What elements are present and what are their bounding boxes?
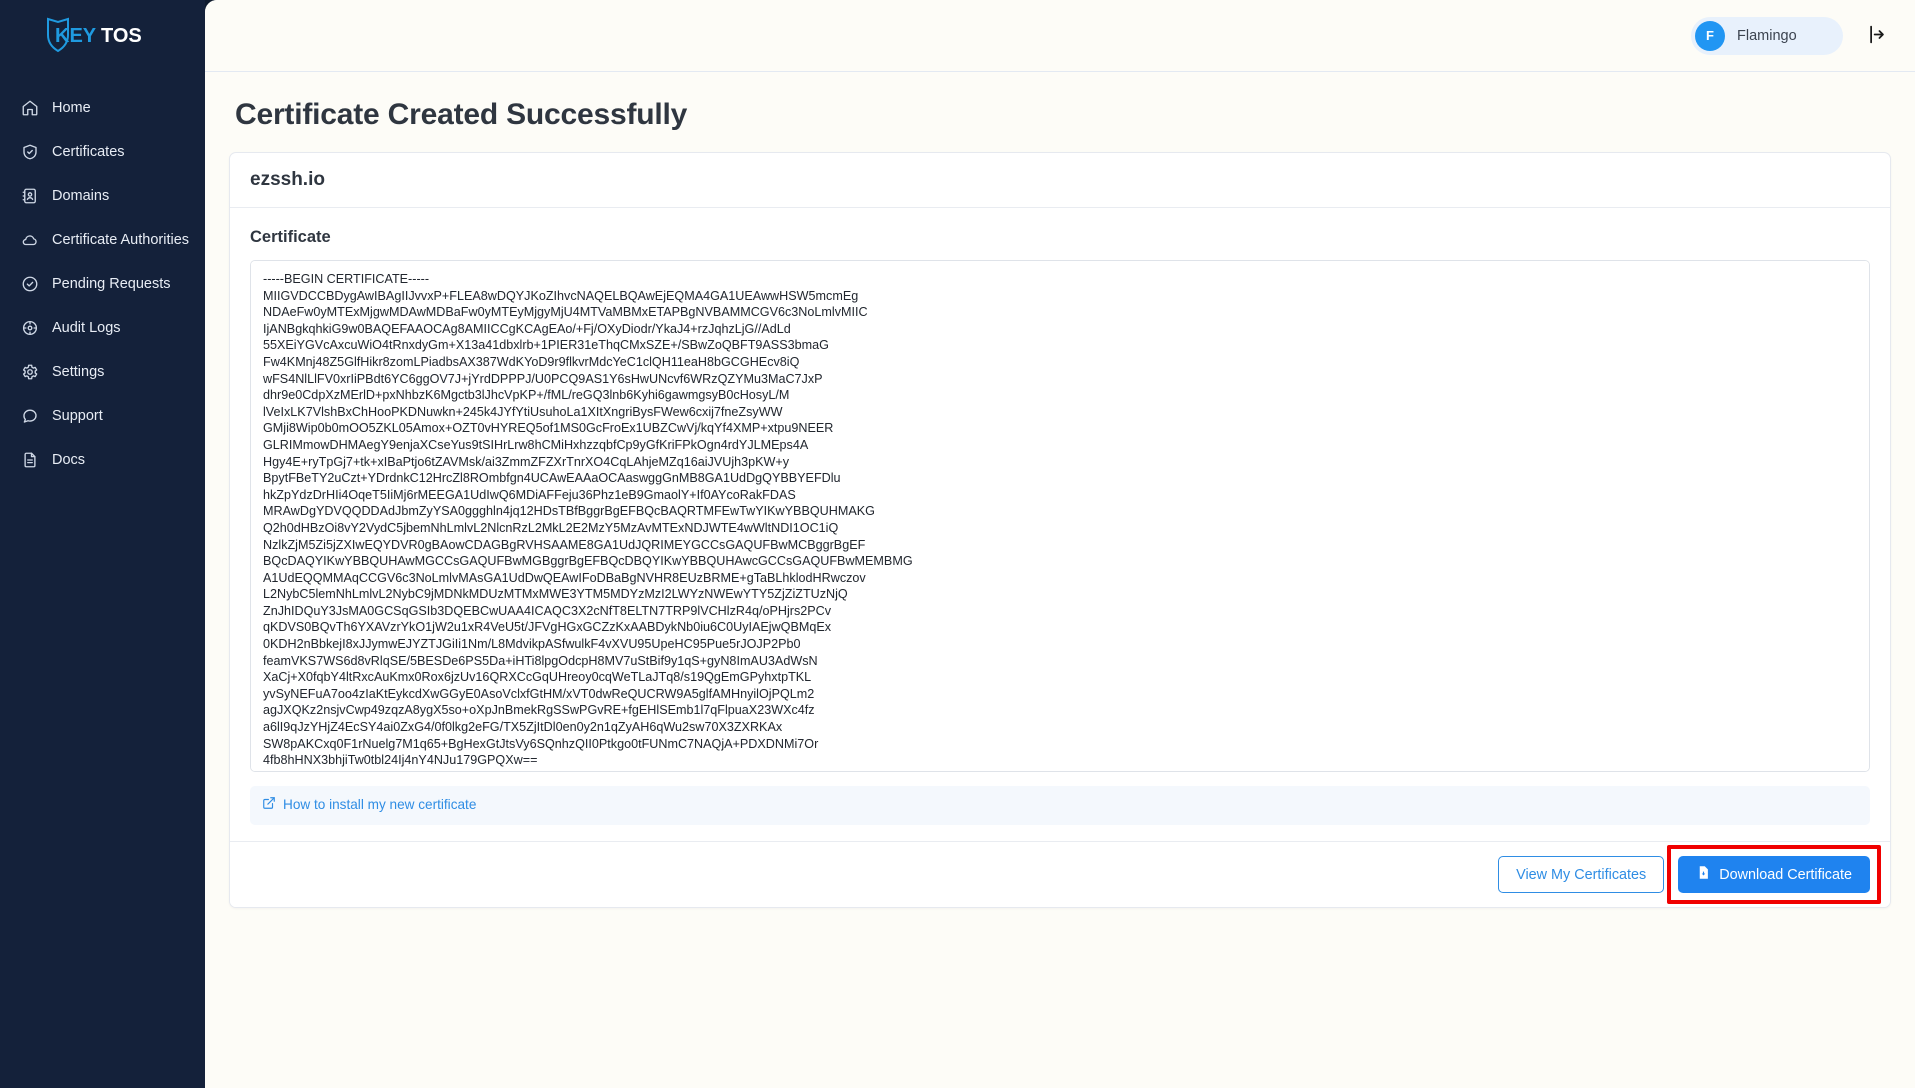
sidebar-item-label: Docs [52, 451, 86, 468]
sidebar-item-label: Support [52, 407, 103, 424]
document-icon [20, 451, 39, 470]
app-root: KEY TOS Home Certificates Domains Certif… [0, 0, 1915, 1088]
certificate-section-label: Certificate [250, 228, 331, 246]
sidebar-item-pending-requests[interactable]: Pending Requests [0, 266, 205, 302]
how-to-install-link[interactable]: How to install my new certificate [262, 796, 476, 813]
home-icon [20, 99, 39, 118]
user-name-label: Flamingo [1737, 27, 1797, 44]
sidebar-item-docs[interactable]: Docs [0, 442, 205, 478]
card-footer: View My Certificates Download Certificat… [230, 841, 1890, 907]
svg-text:TOS: TOS [101, 25, 142, 47]
logout-button[interactable] [1857, 18, 1893, 54]
cloud-icon [20, 231, 39, 250]
user-profile-chip[interactable]: F Flamingo [1691, 16, 1843, 55]
main-area: F Flamingo Certificate Created Successfu… [205, 0, 1915, 1088]
brand-logo[interactable]: KEY TOS [0, 0, 205, 70]
certificate-textarea[interactable]: -----BEGIN CERTIFICATE----- MIIGVDCCBDyg… [250, 260, 1870, 772]
topbar: F Flamingo [205, 0, 1915, 72]
sidebar-item-label: Domains [52, 187, 110, 204]
download-button-highlight: Download Certificate [1667, 845, 1881, 904]
sidebar-nav: Home Certificates Domains Certificate Au… [0, 90, 205, 478]
page-title: Certificate Created Successfully [235, 98, 688, 131]
sidebar-item-label: Pending Requests [52, 275, 171, 292]
sidebar-item-domains[interactable]: Domains [0, 178, 205, 214]
sidebar-item-certificate-authorities[interactable]: Certificate Authorities [0, 222, 205, 258]
card-body: Certificate -----BEGIN CERTIFICATE----- … [230, 208, 1890, 841]
sidebar: KEY TOS Home Certificates Domains Certif… [0, 0, 205, 1088]
clock-check-icon [20, 275, 39, 294]
download-certificate-button[interactable]: Download Certificate [1678, 856, 1870, 893]
view-my-certificates-label: View My Certificates [1516, 866, 1647, 883]
external-link-icon [262, 796, 276, 813]
file-download-icon [1696, 865, 1711, 884]
avatar: F [1695, 20, 1725, 51]
sidebar-item-label: Settings [52, 363, 105, 380]
sidebar-item-label: Audit Logs [52, 319, 121, 336]
shield-check-icon [20, 143, 39, 162]
how-to-install-link-label: How to install my new certificate [283, 797, 477, 812]
sidebar-item-certificates[interactable]: Certificates [0, 134, 205, 170]
sidebar-item-label: Home [52, 99, 91, 116]
sidebar-item-label: Certificates [52, 143, 125, 160]
sidebar-item-support[interactable]: Support [0, 398, 205, 434]
card-header: ezssh.io [230, 153, 1890, 208]
logout-icon [1865, 24, 1886, 48]
sidebar-item-home[interactable]: Home [0, 90, 205, 126]
sidebar-item-settings[interactable]: Settings [0, 354, 205, 390]
certificate-card: ezssh.io Certificate -----BEGIN CERTIFIC… [229, 152, 1891, 908]
card-title: ezssh.io [250, 169, 325, 190]
sidebar-item-label: Certificate Authorities [52, 231, 190, 248]
compass-icon [20, 319, 39, 338]
gear-icon [20, 363, 39, 382]
sidebar-item-audit-logs[interactable]: Audit Logs [0, 310, 205, 346]
keytos-logo-icon: KEY TOS [38, 15, 158, 55]
install-link-row: How to install my new certificate [250, 786, 1870, 825]
certificate-text: -----BEGIN CERTIFICATE----- MIIGVDCCBDyg… [263, 272, 913, 771]
view-my-certificates-button[interactable]: View My Certificates [1498, 856, 1665, 893]
address-book-icon [20, 187, 39, 206]
page-content: Certificate Created Successfully ezssh.i… [205, 72, 1915, 1088]
svg-text:KEY: KEY [55, 25, 97, 47]
download-certificate-label: Download Certificate [1719, 866, 1852, 883]
chat-bubble-icon [20, 407, 39, 426]
